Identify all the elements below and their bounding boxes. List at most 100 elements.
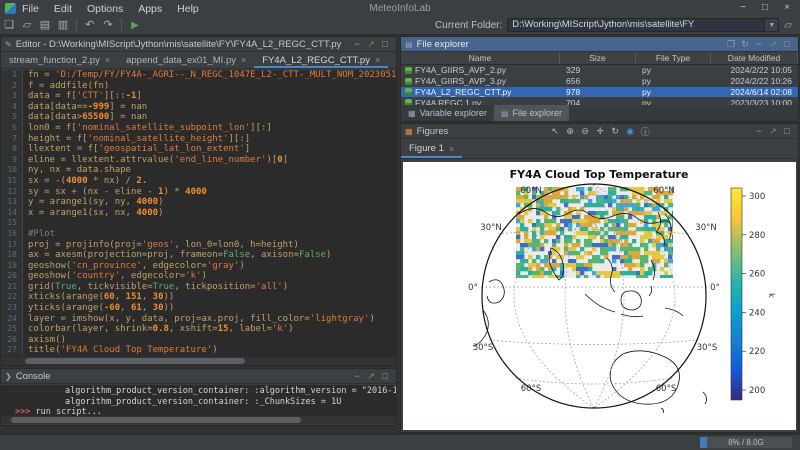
pan-icon[interactable]: ✛ — [593, 126, 608, 137]
tab-variable-explorer[interactable]: ▦Variable explorer — [401, 105, 494, 121]
file-row[interactable]: FY4A_L2_REGC_CTT.py978py2024/6/14 02:08 — [401, 87, 798, 98]
file-explorer-float-icon[interactable]: ↗ — [766, 39, 780, 50]
code-text: ny, nx = data.shape — [23, 165, 131, 176]
file-explorer-icon: ▤ — [405, 40, 413, 49]
console-minimize-icon[interactable]: − — [350, 371, 364, 381]
cursor-icon[interactable]: ↖ — [548, 126, 563, 137]
rotate-icon[interactable]: ↻ — [608, 126, 623, 137]
code-line: 12sy = sx + (nx - eline - 1) * 4000 — [1, 187, 396, 198]
save-icon[interactable]: ▤ — [36, 17, 54, 34]
editor-tab-label: stream_function_2.py — [9, 55, 100, 66]
column-header-date-modified[interactable]: Date Modified — [711, 52, 798, 64]
editor-hscrollbar-thumb[interactable] — [25, 358, 245, 364]
window-minimize-button[interactable]: − — [732, 0, 754, 15]
code-line: 26axism() — [1, 335, 396, 346]
file-explorer-minimize-icon[interactable]: − — [752, 39, 766, 49]
editor-tab[interactable]: FY4A_L2_REGC_CTT.py× — [254, 52, 388, 68]
code-text: proj = projinfo(proj='geos', lon_0=lon0,… — [23, 240, 299, 251]
file-explorer-maximize-icon[interactable]: □ — [780, 39, 794, 49]
zoom-out-icon[interactable]: ⊖ — [578, 126, 593, 137]
file-table-header: NameSizeFile TypeDate Modified — [401, 52, 798, 65]
file-type-cell: py — [636, 87, 711, 97]
run-script-icon[interactable]: ▶ — [126, 17, 144, 34]
line-number: 21 — [1, 282, 23, 293]
line-number: 6 — [1, 123, 23, 134]
tab-file-explorer[interactable]: ▤File explorer — [494, 105, 569, 121]
figures-float-icon[interactable]: ↗ — [766, 126, 780, 137]
file-size-cell: 978 — [560, 87, 636, 97]
editor-minimize-icon[interactable]: − — [350, 39, 364, 49]
undo-icon[interactable]: ↶ — [81, 17, 99, 34]
menu-help[interactable]: Help — [177, 3, 199, 15]
window-close-button[interactable]: × — [776, 0, 798, 15]
console-hscrollbar-thumb[interactable] — [11, 417, 301, 423]
editor-float-icon[interactable]: ↗ — [364, 39, 378, 50]
code-text: yticks(arange(-60, 61, 30)) — [23, 303, 174, 314]
line-number: 11 — [1, 176, 23, 187]
figures-minimize-icon[interactable]: − — [752, 126, 766, 136]
svg-text:60°N: 60°N — [653, 186, 674, 196]
editor-tab[interactable]: stream_function_2.py × — [1, 52, 118, 68]
file-name-cell: FY4A_L2_REGC_CTT.py — [401, 87, 560, 97]
globe-icon[interactable]: ◉ — [623, 126, 638, 137]
code-text: geoshow('country', edgecolor='k') — [23, 271, 207, 282]
code-text: ax = axesm(projection=proj, frameon=Fals… — [23, 250, 331, 261]
refresh-icon[interactable]: ↻ — [738, 39, 752, 50]
line-number: 14 — [1, 208, 23, 219]
save-as-icon[interactable]: ▥ — [54, 17, 72, 34]
code-text: xticks(arange(60, 151, 30)) — [23, 292, 174, 303]
console-output[interactable]: algorithm_product_version_container: :al… — [1, 385, 396, 418]
browse-folder-icon[interactable]: ▱ — [784, 20, 792, 31]
menu-bar: File Edit Options Apps Help — [22, 0, 214, 17]
figure-tab-close-icon[interactable]: × — [449, 144, 454, 154]
file-size-cell: 656 — [560, 76, 636, 86]
tab-close-icon[interactable]: × — [375, 55, 380, 65]
line-number: 5 — [1, 112, 23, 123]
column-header-file-type[interactable]: File Type — [636, 52, 711, 64]
info-icon[interactable]: ⓘ — [638, 125, 653, 138]
window-maximize-button[interactable]: □ — [754, 0, 776, 15]
new-file-explorer-icon[interactable]: ❐ — [724, 39, 738, 50]
file-size-cell: 329 — [560, 65, 636, 75]
console-float-icon[interactable]: ↗ — [364, 371, 378, 382]
code-editor[interactable]: 1fn = 'D:/Temp/FY/FY4A-_AGRI--_N_REGC_10… — [1, 70, 396, 357]
console-line: algorithm_product_version_container: :al… — [1, 386, 396, 397]
menu-options[interactable]: Options — [87, 3, 123, 15]
console-hscrollbar[interactable] — [1, 416, 396, 424]
line-number: 27 — [1, 345, 23, 356]
current-folder-dropdown-icon[interactable]: ▼ — [765, 18, 779, 32]
column-header-size[interactable]: Size — [560, 52, 636, 64]
zoom-in-icon[interactable]: ⊕ — [563, 126, 578, 137]
map-figure: FY4A Cloud Top Temperature — [403, 162, 796, 430]
redo-icon[interactable]: ↷ — [99, 17, 117, 34]
new-file-icon[interactable]: ❏ — [0, 17, 18, 34]
figures-maximize-icon[interactable]: □ — [780, 126, 794, 136]
code-line: 25colorbar(layer, shrink=0.8, xshift=15,… — [1, 324, 396, 335]
line-number: 23 — [1, 303, 23, 314]
console-line: algorithm_product_version_container: :_C… — [1, 397, 396, 408]
open-file-icon[interactable]: ▱ — [18, 17, 36, 34]
file-row[interactable]: FY4A_GIIRS_AVP_2.py329py2024/2/22 10:05 — [401, 65, 798, 76]
svg-text:60°N: 60°N — [520, 186, 541, 196]
editor-tab[interactable]: append_data_ex01_MI.py× — [118, 52, 254, 68]
figure-canvas[interactable]: FY4A Cloud Top Temperature — [403, 162, 796, 430]
menu-edit[interactable]: Edit — [54, 3, 72, 15]
code-text: layer = imshow(x, y, data, proj=ax.proj,… — [23, 314, 375, 325]
menu-file[interactable]: File — [22, 3, 39, 15]
line-number: 25 — [1, 324, 23, 335]
colorbar-axis-label: k — [767, 293, 776, 298]
tab-close-icon[interactable]: × — [105, 55, 110, 65]
column-header-name[interactable]: Name — [401, 52, 560, 64]
file-row[interactable]: FY4A_GIIRS_AVP_3.py656py2024/2/22 10:26 — [401, 76, 798, 87]
editor-hscrollbar[interactable] — [1, 357, 396, 365]
svg-text:60°S: 60°S — [656, 384, 676, 394]
current-folder-input[interactable]: D:\Working\MIScript\Jython\mis\satellite… — [507, 18, 765, 32]
editor-maximize-icon[interactable]: □ — [378, 39, 392, 49]
menu-apps[interactable]: Apps — [138, 3, 162, 15]
figure-title: FY4A Cloud Top Temperature — [510, 168, 689, 181]
figures-panel-title: Figures — [417, 126, 449, 137]
tab-close-icon[interactable]: × — [241, 55, 246, 65]
console-maximize-icon[interactable]: □ — [378, 371, 392, 381]
code-line: 7height = f['nominal_satellite_height'][… — [1, 134, 396, 145]
tab-figure-1[interactable]: Figure 1 × — [401, 139, 462, 158]
